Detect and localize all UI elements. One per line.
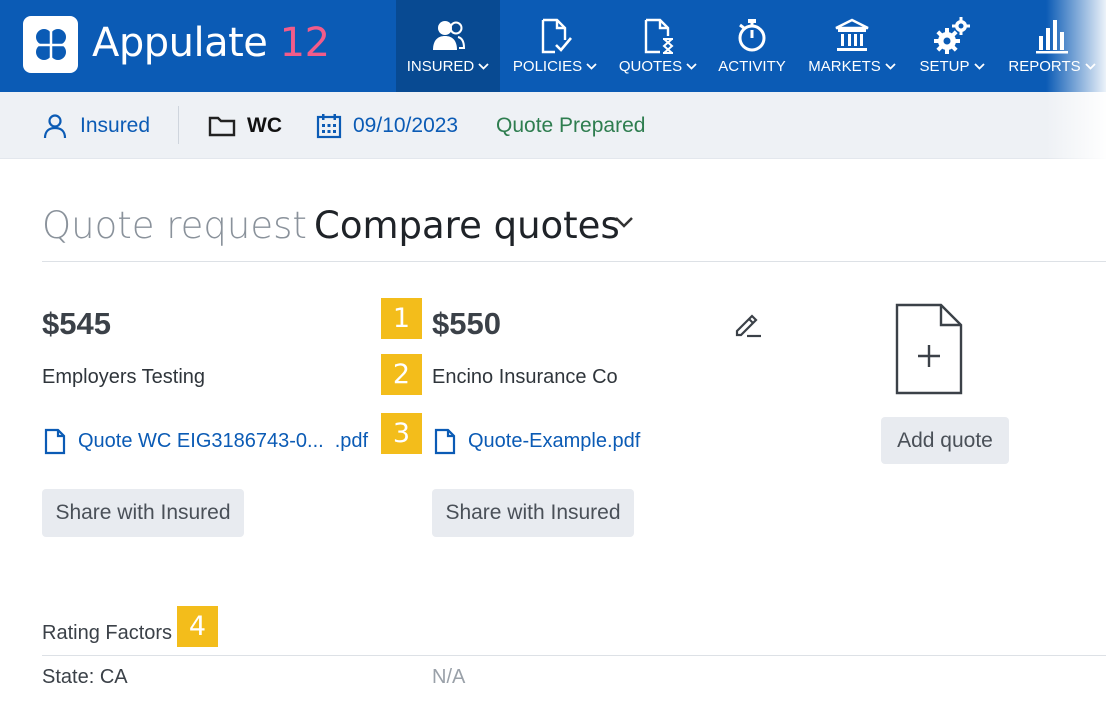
page-title[interactable]: Compare quotes (314, 204, 620, 247)
document-name: Quote-Example.pdf (468, 430, 641, 452)
quote-carrier: Employers Testing (42, 366, 206, 388)
user-icon (43, 113, 67, 138)
rating-factor-value: N/A (432, 666, 466, 688)
rating-factor-name: State: CA (42, 666, 128, 688)
chevron-down-icon (478, 63, 489, 70)
document-hourglass-icon (644, 18, 674, 54)
nav-reports[interactable]: REPORTS (1004, 0, 1100, 92)
effective-date[interactable]: 09/10/2023 (316, 92, 458, 159)
clover-logo-icon (35, 29, 67, 61)
annotation-badge: 4 (177, 606, 218, 647)
top-navigation-bar: Appulate 12 INSURED POLICIES QUOTES ACTI… (0, 0, 1106, 92)
users-icon (433, 21, 466, 50)
nav-markets[interactable]: MARKETS (802, 0, 902, 92)
subbar-overflow-fade (1046, 92, 1106, 159)
annotation-badge: 1 (381, 298, 422, 339)
chevron-down-icon[interactable] (614, 216, 634, 228)
annotation-badge: 2 (381, 354, 422, 395)
nav-policies[interactable]: POLICIES (506, 0, 604, 92)
brand-name: Appulate (92, 20, 268, 66)
bar-chart-icon (1036, 20, 1068, 54)
page-title-row: Quote request Compare quotes (42, 200, 1106, 262)
nav-label: MARKETS (808, 58, 881, 75)
share-with-insured-button[interactable]: Share with Insured (432, 489, 634, 537)
brand-version: 12 (279, 20, 330, 66)
chevron-down-icon (1084, 63, 1096, 70)
nav-label: QUOTES (618, 58, 683, 75)
pencil-icon[interactable] (733, 309, 763, 339)
share-with-insured-button[interactable]: Share with Insured (42, 489, 244, 537)
divider (178, 106, 179, 144)
quote-document-link[interactable]: Quote WC EIG3186743-0... .pdf (44, 428, 368, 455)
annotation-badge: 3 (381, 413, 422, 454)
app-brand: Appulate 12 (92, 20, 330, 66)
gears-icon (934, 17, 970, 54)
calendar-icon (316, 113, 342, 138)
folder-icon (208, 116, 236, 136)
chevron-down-icon (973, 63, 985, 70)
quote-price: $550 (432, 306, 501, 341)
quote-document-link[interactable]: Quote-Example.pdf (434, 428, 640, 455)
nav-label: ACTIVITY (718, 58, 786, 75)
quote-carrier: Encino Insurance Co (432, 366, 618, 388)
bank-icon (835, 18, 869, 51)
file-icon (44, 428, 66, 455)
file-icon (434, 428, 456, 455)
date-label: 09/10/2023 (353, 113, 459, 137)
lob-label: WC (247, 113, 282, 137)
chevron-down-icon (586, 63, 597, 70)
nav-label: POLICIES (512, 58, 583, 75)
quote-request-tab[interactable]: Quote request (42, 204, 307, 247)
document-check-icon (541, 18, 572, 54)
insured-label: Insured (80, 113, 151, 137)
status-badge: Quote Prepared (496, 92, 645, 159)
nav-activity[interactable]: ACTIVITY (712, 0, 792, 92)
quote-context-bar: Insured WC 09/10/2023 Quote Prepared (0, 92, 1106, 159)
divider (42, 655, 1106, 656)
quote-price: $545 (42, 306, 111, 341)
add-quote-button[interactable]: Add quote (881, 417, 1009, 464)
nav-label: INSURED (406, 58, 475, 75)
add-document-icon[interactable] (895, 303, 963, 395)
nav-setup[interactable]: SETUP (912, 0, 992, 92)
document-name: Quote WC EIG3186743-0... (78, 430, 324, 452)
status-label: Quote Prepared (496, 113, 646, 137)
nav-label: REPORTS (1008, 58, 1081, 75)
chevron-down-icon (885, 63, 896, 70)
line-of-business: WC (208, 92, 282, 159)
stopwatch-icon (738, 19, 766, 52)
rating-factors-heading: Rating Factors (42, 622, 173, 644)
chevron-down-icon (686, 63, 697, 70)
nav-label: SETUP (919, 58, 970, 75)
nav-quotes[interactable]: QUOTES (612, 0, 704, 92)
insured-link[interactable]: Insured (42, 92, 150, 159)
nav-insured[interactable]: INSURED (396, 0, 500, 92)
document-extension: .pdf (334, 430, 369, 452)
app-logo[interactable] (23, 16, 78, 73)
